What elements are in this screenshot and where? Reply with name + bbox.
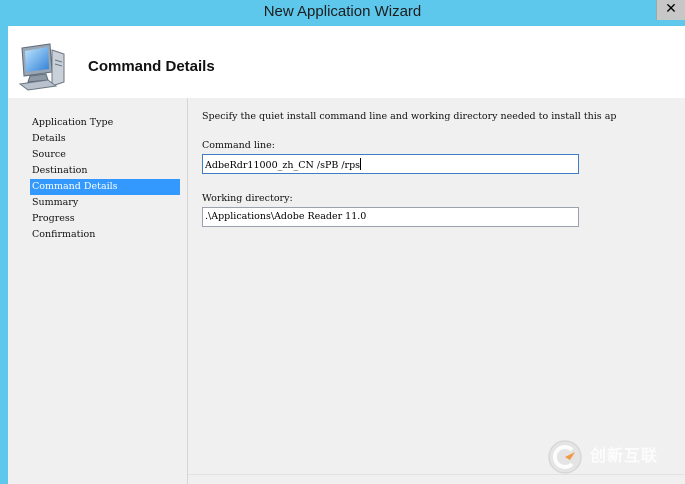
title-bar: New Application Wizard ✕ (0, 0, 685, 26)
command-line-input[interactable]: AdbeRdr11000_zh_CN /sPB /rps (202, 154, 579, 174)
working-directory-label: Working directory: (202, 193, 293, 204)
step-source[interactable]: Source (30, 147, 180, 163)
instruction-text: Specify the quiet install command line a… (202, 111, 617, 122)
step-destination[interactable]: Destination (30, 163, 180, 179)
step-command-details[interactable]: Command Details (30, 179, 180, 195)
working-directory-input[interactable]: .\Applications\Adobe Reader 11.0 (202, 207, 579, 227)
step-progress[interactable]: Progress (30, 211, 180, 227)
close-button[interactable]: ✕ (656, 0, 685, 20)
text-caret (360, 158, 362, 170)
step-confirmation[interactable]: Confirmation (30, 227, 180, 243)
command-line-label: Command line: (202, 140, 275, 151)
wizard-steps-list: Application Type Details Source Destinat… (30, 115, 180, 243)
computer-icon (18, 43, 65, 91)
close-icon: ✕ (665, 1, 677, 17)
step-details[interactable]: Details (30, 131, 180, 147)
wizard-window: Command Details Application Type Details… (8, 26, 685, 484)
wizard-steps-sidebar: Application Type Details Source Destinat… (8, 98, 188, 484)
wizard-header: Command Details (8, 26, 685, 98)
command-line-value: AdbeRdr11000_zh_CN /sPB /rps (205, 160, 361, 171)
working-directory-value: .\Applications\Adobe Reader 11.0 (205, 211, 367, 222)
watermark-logo-icon (548, 440, 582, 474)
step-summary[interactable]: Summary (30, 195, 180, 211)
watermark-text: 创新互联 (590, 446, 659, 465)
page-title: Command Details (88, 58, 215, 75)
window-title: New Application Wizard (263, 3, 422, 20)
watermark: 创新互联 (548, 436, 683, 476)
command-details-panel: Specify the quiet install command line a… (188, 98, 685, 484)
step-application-type[interactable]: Application Type (30, 115, 180, 131)
